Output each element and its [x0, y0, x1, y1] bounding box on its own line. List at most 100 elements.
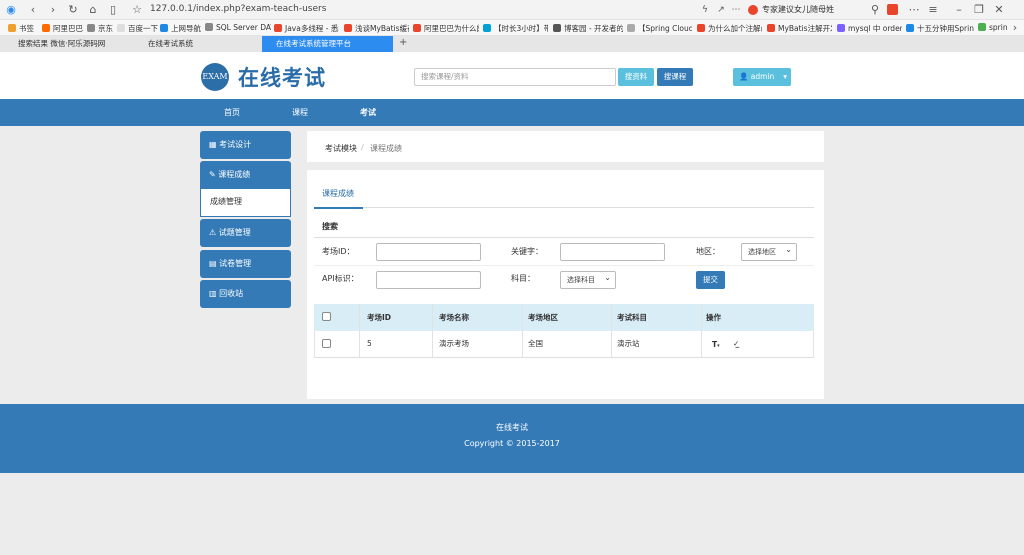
- sidebar-item-question-management[interactable]: ⚠ 试题管理: [200, 219, 291, 247]
- bookmark-item[interactable]: 阿里巴巴: [42, 23, 83, 34]
- bookmark-item[interactable]: mysql 中 order b: [837, 23, 902, 34]
- footer-copyright: Copyright © 2015-2017: [464, 439, 560, 448]
- bookmark-item[interactable]: 浅谈MyBatis缓存: [344, 23, 409, 34]
- text-size-icon[interactable]: T▾: [712, 339, 720, 352]
- star-icon[interactable]: ☆: [130, 3, 144, 17]
- address-bar[interactable]: 127.0.0.1/index.php?exam-teach-users: [150, 4, 326, 14]
- close-icon[interactable]: ✕: [992, 3, 1006, 17]
- menu-icon[interactable]: ≡: [926, 3, 940, 17]
- extension-icon[interactable]: [887, 4, 898, 15]
- exam-id-label: 考场ID：: [322, 247, 355, 256]
- reader-icon[interactable]: ▯: [106, 3, 120, 17]
- header-exam-id: 考场ID: [367, 313, 392, 322]
- main-nav: [0, 99, 1024, 126]
- bookmarks-overflow-icon[interactable]: ›: [1008, 21, 1022, 35]
- back-icon[interactable]: ‹: [26, 3, 40, 17]
- sidebar-item-recycle-bin[interactable]: ▥ 回收站: [200, 280, 291, 308]
- cell-exam-name: 演示考场: [439, 339, 469, 348]
- column-separator: [359, 304, 360, 358]
- caret-down-icon: ▾: [783, 72, 787, 81]
- wrench-icon: ✎: [209, 170, 219, 179]
- share-icon[interactable]: ↗: [714, 3, 728, 17]
- more-icon[interactable]: ⋯: [907, 3, 921, 17]
- restore-icon[interactable]: ❐: [972, 3, 986, 17]
- bookmark-item[interactable]: Java多线程 - 悉析: [274, 23, 339, 34]
- bookmark-item[interactable]: 百度一下: [117, 23, 158, 34]
- region-select[interactable]: 选择地区: [741, 242, 797, 261]
- user-menu-button[interactable]: 👤 admin ▾: [733, 68, 791, 86]
- cell-exam-id: 5: [367, 339, 372, 348]
- bookmark-item[interactable]: MyBatis注解开发: [767, 23, 832, 34]
- sidebar-item-course-scores[interactable]: ✎ 课程成绩: [200, 161, 291, 189]
- tab-course-scores[interactable]: 课程成绩: [322, 188, 354, 199]
- cell-exam-region: 全国: [528, 339, 543, 348]
- user-name: admin: [750, 72, 775, 81]
- region-label: 地区：: [696, 247, 720, 256]
- edit-icon[interactable]: ✓̲: [733, 338, 739, 350]
- api-tag-label: API标识：: [322, 274, 359, 283]
- bookmark-item[interactable]: 十五分钟用Spring: [906, 23, 974, 34]
- new-tab-icon[interactable]: +: [399, 37, 407, 48]
- cell-exam-subject: 演示站: [617, 339, 640, 348]
- browser-tab[interactable]: 在线考试系统: [134, 36, 259, 52]
- browser-tab[interactable]: 搜索结果 微信·阿乐源码网: [4, 36, 129, 52]
- home-icon[interactable]: ⌂: [86, 3, 100, 17]
- keyword-input[interactable]: [560, 243, 665, 261]
- search-material-button[interactable]: 搜资料: [618, 68, 654, 86]
- trash-icon: ▥: [209, 289, 220, 298]
- row-checkbox[interactable]: [322, 339, 331, 348]
- subject-select[interactable]: 选择科目: [560, 270, 616, 289]
- keyword-label: 关键字：: [511, 247, 543, 256]
- bookmark-item[interactable]: spring: [978, 23, 1008, 32]
- breadcrumb-separator: /: [361, 143, 364, 152]
- bookmark-item[interactable]: 上网导航: [160, 23, 201, 34]
- submit-button[interactable]: 提交: [696, 271, 725, 289]
- header-exam-subject: 考试科目: [617, 313, 647, 322]
- reload-icon[interactable]: ↻: [66, 3, 80, 17]
- breadcrumb-current: 课程成绩: [370, 144, 402, 153]
- forward-icon[interactable]: ›: [46, 3, 60, 17]
- column-separator: [611, 304, 612, 358]
- nav-exam[interactable]: 考试: [360, 99, 376, 126]
- warning-icon: ⚠: [209, 228, 219, 237]
- sidebar-subitem-score-management[interactable]: 成绩管理: [200, 189, 291, 217]
- bookmark-item[interactable]: 京东: [87, 23, 113, 34]
- search-course-button[interactable]: 搜课程: [657, 68, 693, 86]
- bookmark-item[interactable]: 阿里巴巴为什么能: [413, 23, 479, 34]
- breadcrumb-item[interactable]: 考试模块: [325, 143, 357, 154]
- nav-course[interactable]: 课程: [292, 99, 308, 126]
- logo-title: 在线考试: [238, 66, 326, 90]
- api-tag-input[interactable]: [376, 271, 481, 289]
- browser-logo-icon: ◉: [6, 3, 16, 16]
- column-separator: [432, 304, 433, 358]
- bookmark-item[interactable]: 博客园 - 开发者的: [553, 23, 623, 34]
- minimize-icon[interactable]: –: [952, 3, 966, 17]
- exam-id-input[interactable]: [376, 243, 481, 261]
- browser-tab-active[interactable]: 在线考试系统管理平台: [262, 36, 393, 52]
- bookmark-item[interactable]: 【时长3小时】带你: [483, 23, 548, 34]
- header-exam-name: 考场名称: [439, 313, 469, 322]
- grid-icon: ▦: [209, 140, 220, 149]
- lightning-icon[interactable]: ϟ: [698, 3, 712, 17]
- bookmark-item[interactable]: 【Spring Cloud】: [627, 23, 692, 34]
- search-engine-icon[interactable]: [748, 5, 758, 15]
- logo-badge: EXAM: [201, 63, 229, 91]
- column-separator: [701, 304, 702, 358]
- tab-divider: [363, 207, 814, 208]
- footer-title: 在线考试: [496, 423, 528, 432]
- bookmark-item[interactable]: SQL Server DATE: [205, 23, 271, 32]
- sidebar-item-exam-design[interactable]: ▦ 考试设计: [200, 131, 291, 159]
- select-all-checkbox[interactable]: [322, 312, 331, 321]
- search-divider: [314, 237, 814, 238]
- bookmark-item[interactable]: 书签: [8, 23, 34, 34]
- active-tab-underline: [314, 207, 363, 209]
- nav-home[interactable]: 首页: [224, 99, 240, 126]
- apps-icon[interactable]: ⋯: [729, 3, 743, 17]
- header-exam-region: 考场地区: [528, 313, 558, 322]
- sidebar-item-paper-management[interactable]: ▤ 试卷管理: [200, 250, 291, 278]
- subject-label: 科目：: [511, 274, 535, 283]
- header-actions: 操作: [706, 313, 721, 322]
- bookmark-item[interactable]: 为什么加个注解@: [697, 23, 762, 34]
- search-icon[interactable]: ⚲: [868, 3, 882, 17]
- search-input[interactable]: 搜索课程/资料: [414, 68, 616, 86]
